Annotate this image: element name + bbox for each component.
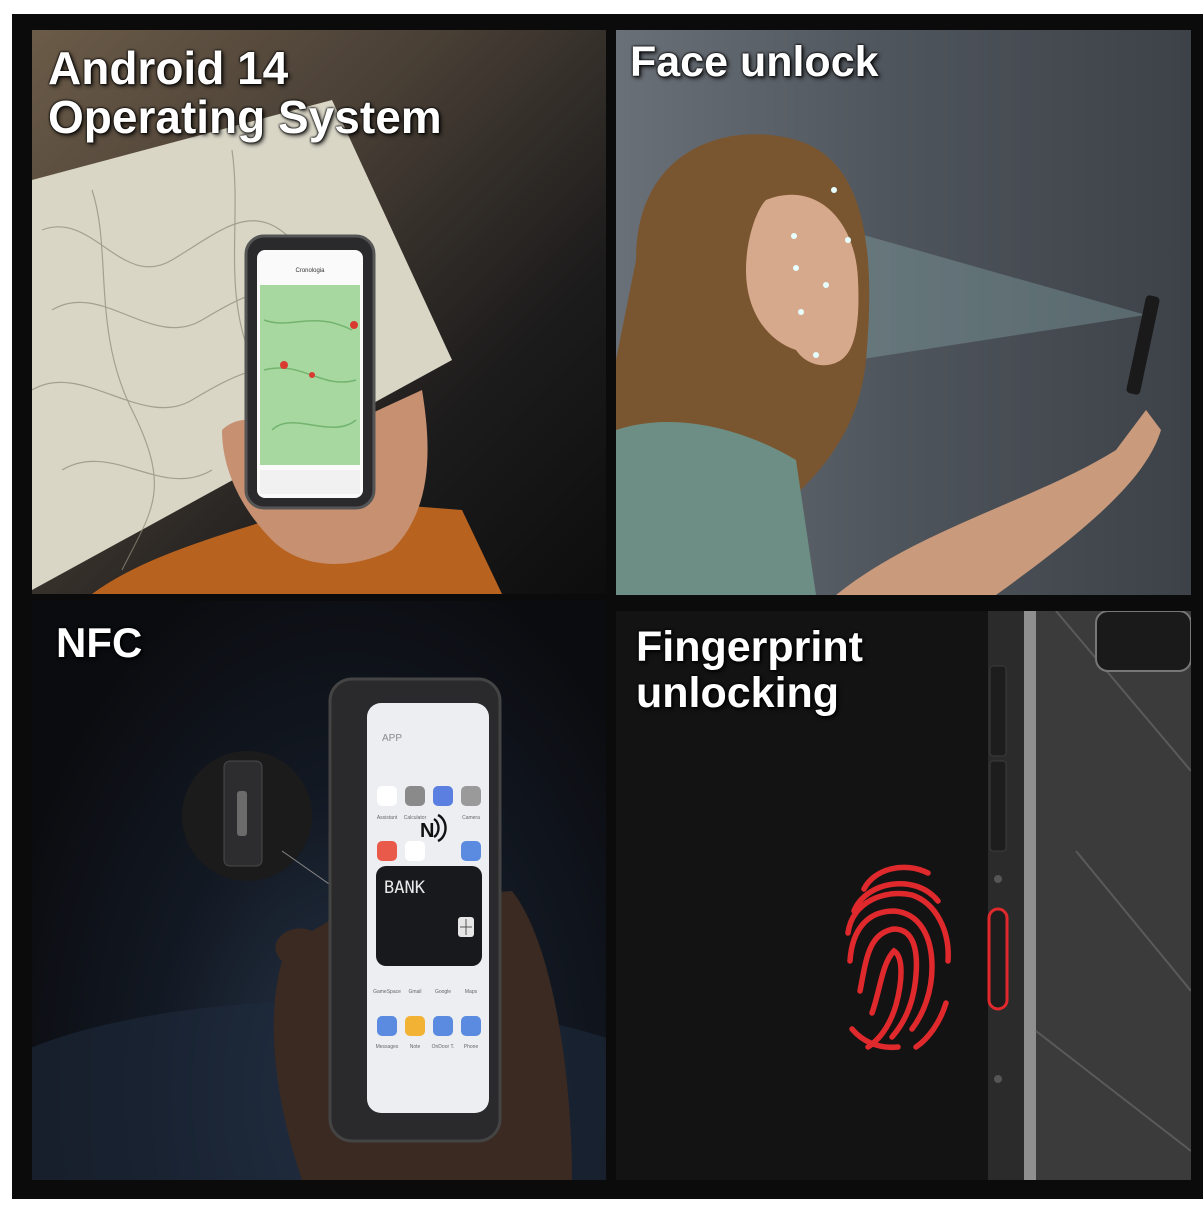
android-title: Android 14 Operating System [48, 44, 442, 142]
app-label-7: Google [435, 989, 451, 995]
app-header: APP [382, 733, 402, 744]
android-panel: Cronologia Android 14 Operating System [32, 30, 606, 594]
fingerprint-panel: Fingerprint unlocking [616, 611, 1191, 1180]
app-label-8: Maps [465, 989, 478, 995]
android-title-line2: Operating System [48, 90, 442, 143]
app-label-12: Phone [464, 1044, 479, 1050]
fingerprint-title: Fingerprint unlocking [636, 623, 863, 717]
phone [1126, 295, 1160, 395]
arm [836, 410, 1161, 595]
face-unlock-panel: Face unlock [616, 30, 1191, 595]
fingerprint-title-line2: unlocking [636, 668, 840, 717]
map-app-label: Cronologia [295, 268, 325, 274]
app-label-10: Note [410, 1044, 421, 1050]
app-label-11: OnDoor T. [432, 1044, 455, 1050]
face-panel-art [616, 134, 1161, 595]
nfc-title: NFC [56, 619, 143, 666]
app-label-1: Assistant [377, 815, 398, 821]
app-label-4: Camera [462, 815, 480, 821]
fingerprint-sensor-button [987, 907, 1009, 1011]
app-label-6: Gmail [408, 989, 421, 995]
app-label-9: Messages [376, 1044, 399, 1050]
fingerprint-title-line1: Fingerprint [636, 623, 863, 671]
svg-text:N: N [420, 820, 434, 842]
fingerprint-icon [845, 864, 951, 1051]
phone-edge-highlight [1024, 611, 1036, 1180]
face-unlock-title: Face unlock [630, 38, 879, 86]
android-title-line1: Android 14 [48, 42, 289, 94]
bank-card-text: BANK [384, 878, 426, 898]
nfc-panel-art: APP Assistant Calculator Camera GameSpac… [32, 677, 606, 1180]
camera-module [1095, 611, 1191, 672]
nfc-panel: APP Assistant Calculator Camera GameSpac… [32, 601, 606, 1180]
app-label-5: GameSpace [373, 989, 401, 995]
scan-beam [846, 230, 1146, 360]
